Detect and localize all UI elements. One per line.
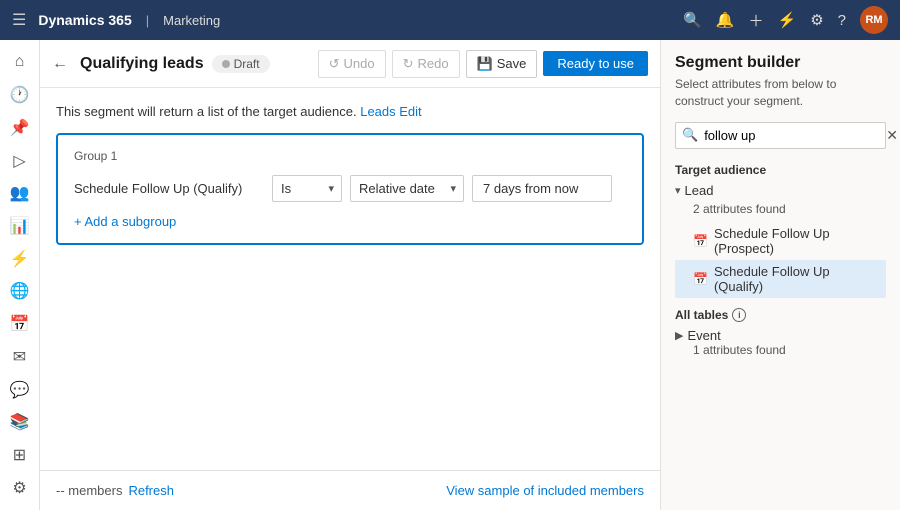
redo-button[interactable]: ↻ Redo [392, 50, 460, 78]
event-attr-count: 1 attributes found [693, 343, 886, 357]
attr-icon-prospect: 📅 [693, 234, 708, 248]
hamburger-icon[interactable]: ☰ [12, 10, 26, 30]
all-tables-label: All tables [675, 308, 728, 322]
date-type-dropdown[interactable]: Relative date Exact date [350, 175, 464, 202]
content-area: ← Qualifying leads Draft ↺ Undo ↻ Redo 💾… [40, 40, 660, 510]
redo-icon: ↻ [403, 56, 414, 72]
undo-button[interactable]: ↺ Undo [318, 50, 386, 78]
all-tables-info-icon[interactable]: i [732, 308, 746, 322]
settings-icon[interactable]: ⚙ [810, 11, 823, 29]
clear-search-icon[interactable]: ✕ [886, 127, 898, 144]
segment-info-text: This segment will return a list of the t… [56, 104, 357, 119]
search-box: 🔍 ✕ [675, 122, 886, 149]
status-dot [222, 60, 230, 68]
refresh-link[interactable]: Refresh [128, 483, 174, 498]
ready-to-use-button[interactable]: Ready to use [543, 51, 648, 76]
group-label: Group 1 [74, 149, 626, 163]
nav-right-actions: 🔍 🔔 ＋ ⚡ ⚙ ? RM [683, 6, 888, 34]
lead-caret-icon: ▾ [675, 184, 681, 197]
sidebar-item-play[interactable]: ▷ [2, 146, 38, 175]
event-caret-icon: ▶ [675, 329, 683, 342]
target-audience-label: Target audience [675, 163, 886, 177]
filter-icon[interactable]: ⚡ [778, 11, 797, 29]
bottom-bar: -- members Refresh View sample of includ… [40, 470, 660, 510]
segment-info: This segment will return a list of the t… [56, 104, 644, 119]
view-sample-link[interactable]: View sample of included members [446, 483, 644, 498]
sidebar-item-contacts[interactable]: 👥 [2, 179, 38, 208]
condition-field-name: Schedule Follow Up (Qualify) [74, 181, 264, 196]
sidebar-item-grid[interactable]: ⊞ [2, 441, 38, 470]
search-input[interactable] [704, 128, 880, 143]
operator-dropdown-wrapper: Is Is not ▾ [272, 175, 342, 202]
edit-link[interactable]: Edit [399, 104, 421, 119]
sidebar-item-recent[interactable]: 🕐 [2, 81, 38, 110]
sidebar-item-filter[interactable]: ⚡ [2, 244, 38, 273]
members-text: -- members [56, 483, 122, 498]
back-button[interactable]: ← [52, 55, 68, 73]
lead-entity-name: Lead [685, 183, 714, 198]
sidebar-item-chart[interactable]: 📊 [2, 212, 38, 241]
attr-label-qualify: Schedule Follow Up (Qualify) [714, 264, 880, 294]
lead-section-expand[interactable]: ▾ Lead [675, 183, 886, 198]
plus-icon[interactable]: ＋ [749, 10, 764, 31]
sidebar-item-home[interactable]: ⌂ [2, 48, 38, 77]
event-section-expand[interactable]: ▶ Event [675, 328, 886, 343]
panel-subtitle: Select attributes from below to construc… [675, 76, 886, 110]
sidebar-item-mail[interactable]: ✉ [2, 342, 38, 371]
save-button[interactable]: 💾 Save [466, 50, 538, 78]
sidebar-item-globe[interactable]: 🌐 [2, 277, 38, 306]
nav-divider: | [146, 13, 149, 28]
date-value-box[interactable]: 7 days from now [472, 175, 612, 202]
module-title: Marketing [163, 13, 220, 28]
avatar[interactable]: RM [860, 6, 888, 34]
bell-icon[interactable]: 🔔 [716, 11, 735, 29]
operator-dropdown[interactable]: Is Is not [272, 175, 342, 202]
panel-title: Segment builder [675, 54, 886, 72]
sidebar-item-chat[interactable]: 💬 [2, 375, 38, 404]
lead-attr-count: 2 attributes found [693, 202, 886, 216]
sidebar-item-calendar[interactable]: 📅 [2, 310, 38, 339]
status-badge: Draft [212, 55, 270, 73]
date-type-dropdown-wrapper: Relative date Exact date ▾ [350, 175, 464, 202]
event-entity-name: Event [687, 328, 720, 343]
all-tables-row: All tables i [675, 308, 886, 322]
attribute-item-qualify[interactable]: 📅 Schedule Follow Up (Qualify) [675, 260, 886, 298]
command-bar-right: ↺ Undo ↻ Redo 💾 Save Ready to use [318, 50, 648, 78]
main-layout: ⌂ 🕐 📌 ▷ 👥 📊 ⚡ 🌐 📅 ✉ 💬 📚 ⊞ ⚙ ← Qualifying… [0, 40, 900, 510]
audience-type-link[interactable]: Leads [360, 104, 395, 119]
attribute-item-prospect[interactable]: 📅 Schedule Follow Up (Prospect) [675, 222, 886, 260]
add-subgroup-button[interactable]: + Add a subgroup [74, 214, 626, 229]
command-bar: ← Qualifying leads Draft ↺ Undo ↻ Redo 💾… [40, 40, 660, 88]
condition-row: Schedule Follow Up (Qualify) Is Is not ▾… [74, 175, 626, 202]
group-box: Group 1 Schedule Follow Up (Qualify) Is … [56, 133, 644, 245]
status-label: Draft [234, 57, 260, 71]
attr-icon-qualify: 📅 [693, 272, 708, 286]
sidebar-item-cog[interactable]: ⚙ [2, 473, 38, 502]
left-sidebar: ⌂ 🕐 📌 ▷ 👥 📊 ⚡ 🌐 📅 ✉ 💬 📚 ⊞ ⚙ [0, 40, 40, 510]
search-icon[interactable]: 🔍 [683, 11, 702, 29]
top-navigation: ☰ Dynamics 365 | Marketing 🔍 🔔 ＋ ⚡ ⚙ ? R… [0, 0, 900, 40]
page-title: Qualifying leads [80, 55, 204, 73]
search-icon: 🔍 [682, 127, 698, 143]
save-icon: 💾 [477, 56, 493, 72]
right-panel: Segment builder Select attributes from b… [660, 40, 900, 510]
undo-icon: ↺ [329, 56, 340, 72]
app-title: Dynamics 365 [38, 12, 131, 28]
event-section: ▶ Event 1 attributes found [675, 328, 886, 357]
sidebar-item-pin[interactable]: 📌 [2, 113, 38, 142]
sidebar-item-book[interactable]: 📚 [2, 408, 38, 437]
attr-label-prospect: Schedule Follow Up (Prospect) [714, 226, 880, 256]
help-icon[interactable]: ? [838, 12, 846, 29]
segment-content: This segment will return a list of the t… [40, 88, 660, 470]
